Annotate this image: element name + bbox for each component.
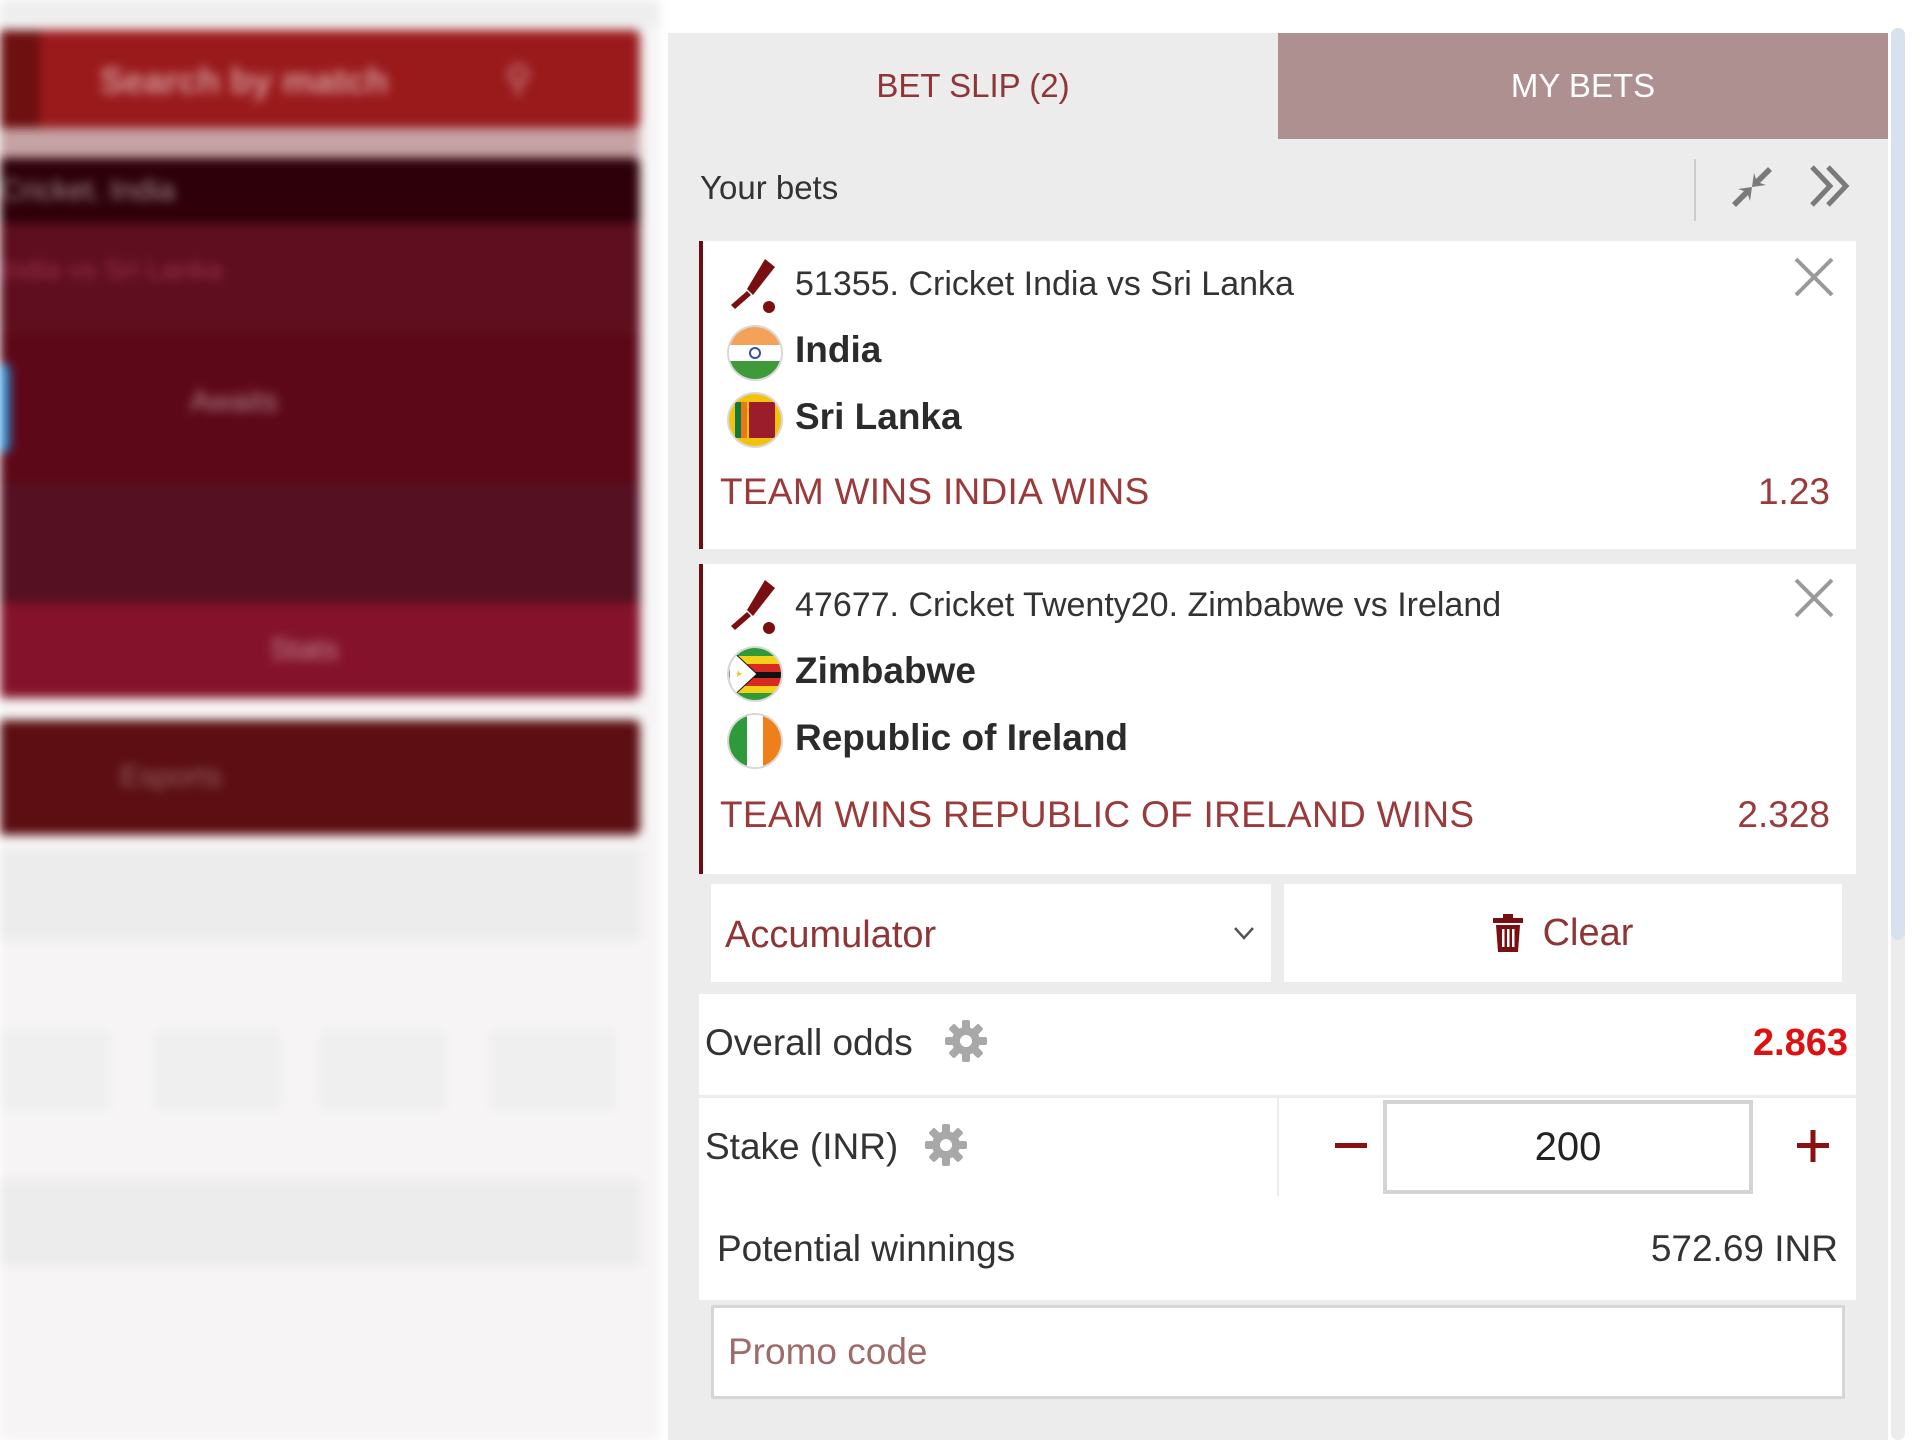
background-odds-cell xyxy=(155,1030,280,1110)
overall-odds-label: Overall odds xyxy=(705,1022,913,1063)
tab-my-bets-label: MY BETS xyxy=(1510,67,1656,104)
background-page: Search by match ⚲ Cricket. India India v… xyxy=(0,0,660,1440)
compress-icon[interactable] xyxy=(1728,163,1776,211)
tab-bet-slip[interactable]: BET SLIP (2) xyxy=(668,33,1278,139)
clear-button[interactable]: Clear xyxy=(1284,884,1842,982)
team-name: Republic of Ireland xyxy=(795,717,1129,758)
tab-my-bets[interactable]: MY BETS xyxy=(1278,33,1888,139)
background-match-header-text: Cricket. India xyxy=(0,174,176,207)
background-table-header xyxy=(0,850,640,940)
background-match-card: Cricket. India India vs Sri Lanka Awaits… xyxy=(0,158,640,698)
bet-market: TEAM WINS REPUBLIC OF IRELAND WINS xyxy=(720,794,1475,835)
team-name: Sri Lanka xyxy=(795,396,962,437)
close-icon[interactable] xyxy=(1792,255,1836,299)
potential-winnings-value: 572.69 INR xyxy=(1650,1228,1838,1269)
scrollbar[interactable] xyxy=(1891,28,1905,1440)
background-match-center-text: Awaits xyxy=(190,385,278,418)
background-team-logo xyxy=(0,363,10,453)
gear-icon[interactable] xyxy=(923,1122,969,1168)
background-table-header xyxy=(0,1180,640,1265)
overall-odds-row: Overall odds 2.863 xyxy=(699,994,1856,1095)
stake-row: Stake (INR) xyxy=(699,1098,1856,1196)
bet-controls: Accumulator Clear xyxy=(699,884,1856,982)
team-name: Zimbabwe xyxy=(795,650,976,691)
your-bets-header: Your bets xyxy=(668,139,1888,240)
bet-odds: 1.23 xyxy=(1757,471,1830,512)
bet-card: 51355. Cricket India vs Sri Lanka India … xyxy=(699,241,1856,549)
stake-input[interactable] xyxy=(1383,1100,1753,1194)
bet-odds: 2.328 xyxy=(1737,794,1830,835)
bet-event-title: 47677. Cricket Twenty20. Zimbabwe vs Ire… xyxy=(795,586,1502,624)
background-search-bar: Search by match ⚲ xyxy=(0,30,640,128)
trash-icon xyxy=(1492,914,1523,952)
tab-bet-slip-label: BET SLIP (2) xyxy=(876,67,1070,104)
background-search-placeholder: Search by match xyxy=(100,60,389,101)
bet-slip-tabs: BET SLIP (2) MY BETS xyxy=(668,33,1888,139)
background-odds-cell xyxy=(490,1030,615,1110)
potential-winnings-row: Potential winnings 572.69 INR xyxy=(699,1196,1856,1300)
background-search-icon: ⚲ xyxy=(505,58,532,99)
promo-code-input[interactable] xyxy=(711,1305,1845,1399)
india-flag-icon xyxy=(729,327,781,379)
cricket-icon xyxy=(731,580,775,634)
bet-market: TEAM WINS INDIA WINS xyxy=(720,471,1150,512)
team-name: India xyxy=(795,329,882,370)
potential-winnings-label: Potential winnings xyxy=(717,1228,1016,1269)
ireland-flag-icon xyxy=(729,715,781,767)
bet-slip-panel: BET SLIP (2) MY BETS Your bets 51355. Cr… xyxy=(668,33,1888,1440)
background-odds-cell xyxy=(0,1030,110,1110)
bet-card: 47677. Cricket Twenty20. Zimbabwe vs Ire… xyxy=(699,564,1856,874)
overall-odds-value: 2.863 xyxy=(1752,1022,1848,1064)
background-match-band xyxy=(0,483,640,603)
cricket-icon xyxy=(731,259,775,313)
background-match-sub: India vs Sri Lanka xyxy=(0,254,223,285)
bet-type-value: Accumulator xyxy=(725,914,937,956)
zimbabwe-flag-icon xyxy=(729,648,781,700)
background-top-strip xyxy=(0,0,660,26)
background-match-center: Awaits xyxy=(0,333,640,483)
background-nav-bar: Esports xyxy=(0,720,640,835)
background-nav-item: Esports xyxy=(120,760,222,793)
stake-divider xyxy=(1277,1098,1279,1196)
background-match-header: Cricket. India xyxy=(0,158,640,223)
sri-lanka-flag-icon xyxy=(729,394,781,446)
bet-event-title: 51355. Cricket India vs Sri Lanka xyxy=(795,265,1294,303)
background-match-footer: Stats xyxy=(0,603,640,698)
chevron-down-icon xyxy=(1234,927,1254,940)
double-chevron-right-icon[interactable] xyxy=(1806,161,1856,211)
header-divider xyxy=(1694,159,1696,221)
decrease-stake-button[interactable] xyxy=(1329,1124,1373,1168)
bet-type-select[interactable]: Accumulator xyxy=(711,884,1271,982)
background-match-footer-text: Stats xyxy=(270,633,339,666)
increase-stake-button[interactable] xyxy=(1791,1124,1835,1168)
background-odds-cell xyxy=(320,1030,445,1110)
background-search-edge xyxy=(0,30,40,128)
background-gap xyxy=(0,128,640,158)
close-icon[interactable] xyxy=(1792,576,1836,620)
scrollbar-thumb[interactable] xyxy=(1891,28,1905,940)
clear-label: Clear xyxy=(1542,911,1634,954)
stake-label: Stake (INR) xyxy=(705,1126,899,1167)
gear-icon[interactable] xyxy=(943,1018,989,1064)
your-bets-label: Your bets xyxy=(700,169,839,206)
